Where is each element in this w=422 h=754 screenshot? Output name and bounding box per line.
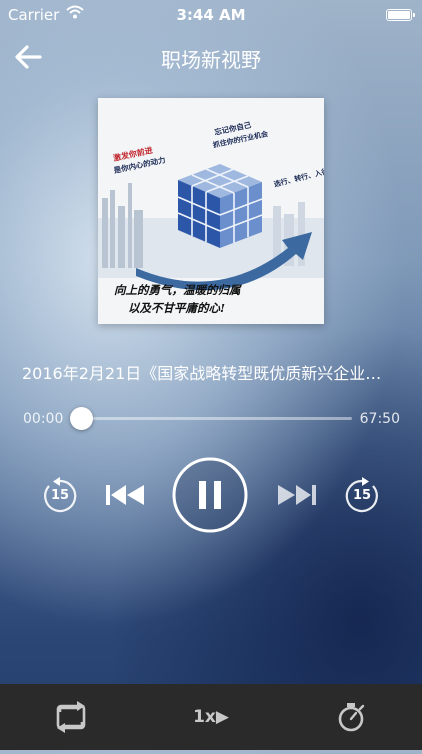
- cover-slogan: 向上的勇气，温暖的归属: [114, 283, 242, 297]
- sleep-timer-button[interactable]: [311, 684, 391, 750]
- pause-button[interactable]: [171, 456, 249, 534]
- stopwatch-icon: [338, 703, 365, 732]
- bottom-toolbar: 1x▶: [0, 684, 422, 750]
- progress-thumb[interactable]: [70, 407, 93, 430]
- next-track-button[interactable]: [276, 480, 318, 510]
- navigation-bar: 职场新视野: [0, 36, 422, 76]
- current-time: 00:00: [23, 411, 64, 427]
- skip-forward-seconds: 15: [352, 488, 372, 503]
- status-bar: Carrier 3:44 AM: [0, 0, 422, 30]
- episode-title: 2016年2月21日《国家战略转型既优质新兴企业…: [22, 364, 382, 383]
- previous-track-button[interactable]: [104, 480, 146, 510]
- skip-forward-15-button[interactable]: 15: [343, 477, 381, 515]
- playback-speed-label: 1x▶: [193, 707, 229, 727]
- album-cover: 激发你前进 是你内心的动力 忘记你自己 抓住你的行业机会 选行、转行、入行 向上…: [98, 98, 324, 324]
- previous-track-icon: [106, 485, 144, 505]
- next-track-icon: [278, 485, 316, 505]
- battery-icon: [386, 9, 415, 21]
- progress-slider[interactable]: [70, 407, 352, 430]
- skip-back-15-button[interactable]: 15: [41, 477, 79, 515]
- repeat-icon: [56, 701, 86, 733]
- total-time: 67:50: [359, 411, 400, 427]
- page-title: 职场新视野: [161, 48, 261, 72]
- repeat-button[interactable]: [31, 684, 111, 750]
- cover-slogan: 以及不甘平庸的心!: [128, 301, 225, 315]
- playback-speed-button[interactable]: 1x▶: [171, 684, 251, 750]
- skip-back-seconds: 15: [50, 488, 70, 503]
- clock: 3:44 AM: [176, 6, 246, 24]
- pause-icon: [172, 457, 248, 533]
